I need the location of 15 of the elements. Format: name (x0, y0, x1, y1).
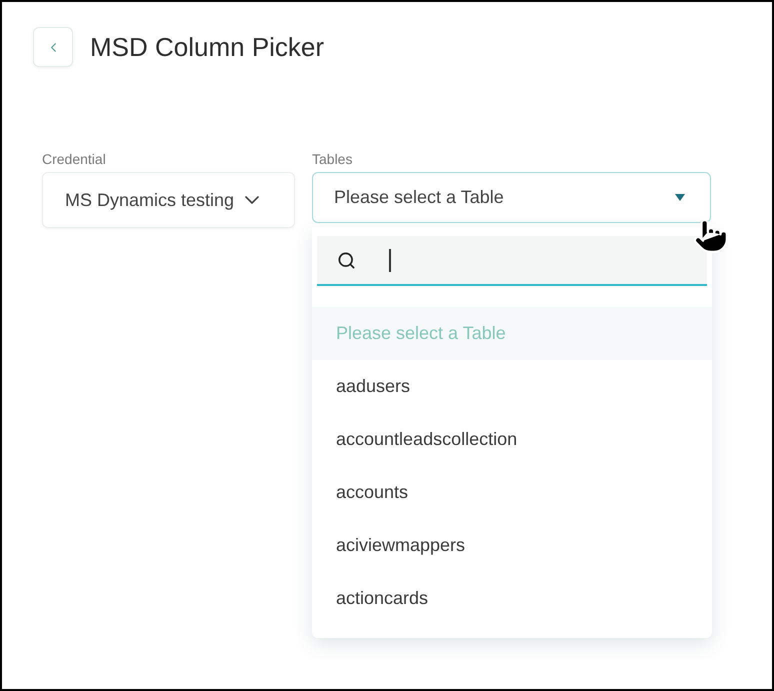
caret-down-icon (675, 194, 685, 201)
search-field[interactable] (317, 236, 707, 286)
dropdown-option[interactable]: aadusers (312, 360, 712, 413)
dropdown-option[interactable]: aciviewmappers (312, 519, 712, 572)
credential-select[interactable]: MS Dynamics testing (42, 172, 295, 228)
field-label: Credential (42, 151, 106, 168)
dropdown-option[interactable]: accounts (312, 466, 712, 519)
search-icon (337, 250, 356, 270)
text-cursor-icon (389, 248, 391, 272)
dropdown-option[interactable]: accountleadscollection (312, 413, 712, 466)
back-button[interactable] (33, 27, 73, 67)
field-label: Tables (312, 151, 352, 168)
dropdown-option[interactable]: actioncards (312, 572, 712, 625)
page-title: MSD Column Picker (90, 32, 324, 62)
tables-select[interactable]: Please select a Table (312, 172, 711, 223)
